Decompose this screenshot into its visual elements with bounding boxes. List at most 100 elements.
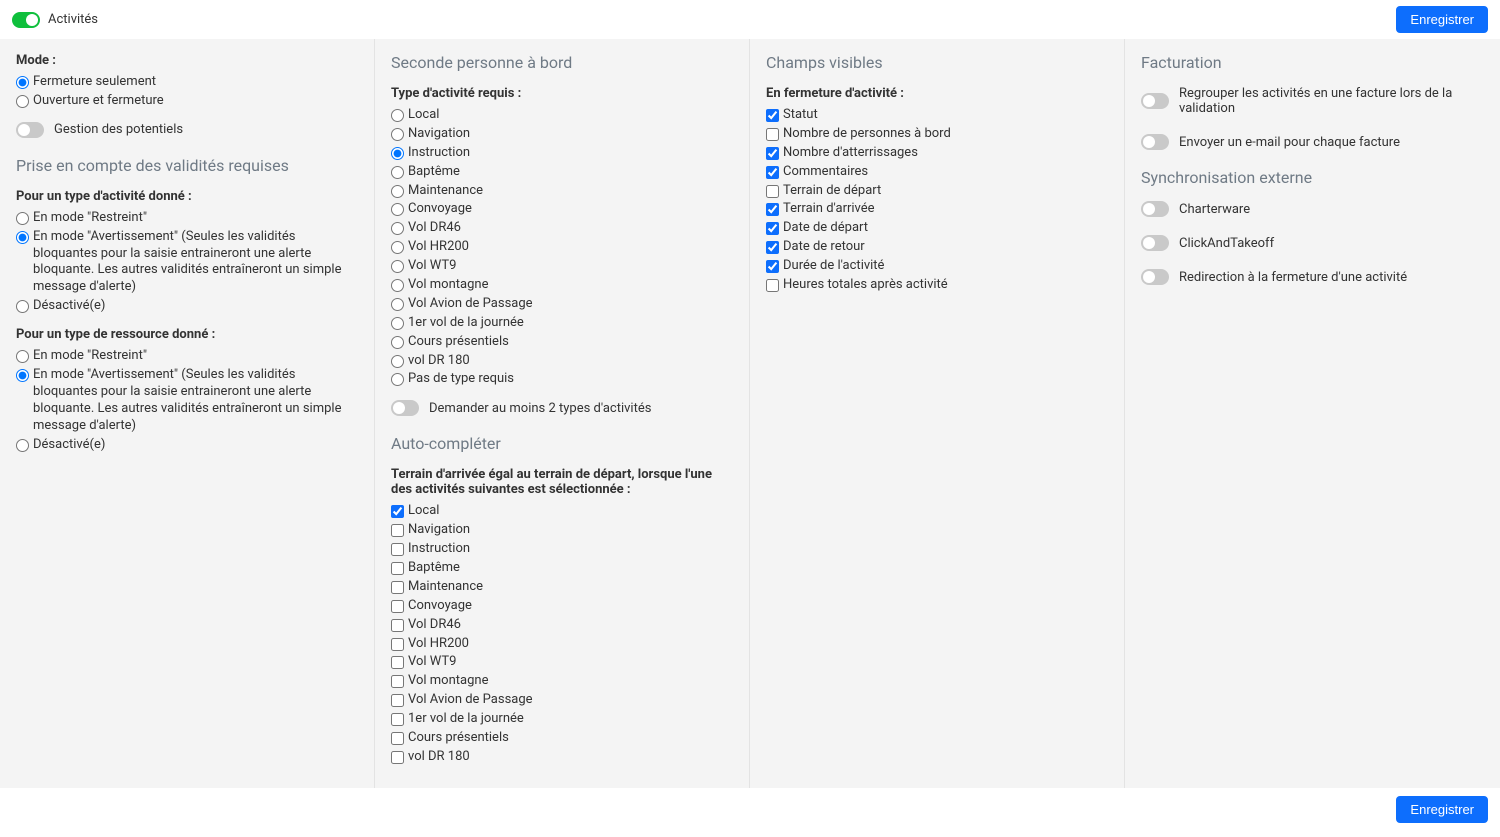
auto-check[interactable] — [391, 732, 404, 745]
top-bar: Activités Enregistrer — [0, 0, 1500, 39]
auto-check[interactable] — [391, 751, 404, 764]
regrouper-label: Regrouper les activités en une facture l… — [1179, 86, 1484, 116]
auto-check[interactable] — [391, 694, 404, 707]
champ-check-label: Nombre d'atterrissages — [783, 145, 918, 162]
auto-check-label: Vol Avion de Passage — [408, 692, 533, 709]
email-toggle[interactable] — [1141, 134, 1169, 150]
save-button-top[interactable]: Enregistrer — [1396, 6, 1488, 33]
type-requis-label: Pas de type requis — [408, 371, 514, 388]
vr-avert-label: En mode "Avertissement" (Seules les vali… — [33, 367, 358, 435]
champ-check[interactable] — [766, 279, 779, 292]
va-restreint-label: En mode "Restreint" — [33, 210, 147, 227]
type-requis-label: Convoyage — [408, 201, 472, 218]
champ-check[interactable] — [766, 128, 779, 141]
type-requis-radio[interactable] — [391, 355, 404, 368]
auto-check[interactable] — [391, 524, 404, 537]
type-requis-label: Navigation — [408, 126, 470, 143]
champ-check[interactable] — [766, 185, 779, 198]
bottom-bar: Enregistrer — [0, 788, 1500, 837]
auto-desc: Terrain d'arrivée égal au terrain de dép… — [391, 467, 733, 497]
auto-check-label: Vol montagne — [408, 673, 488, 690]
champ-check-label: Date de retour — [783, 239, 865, 256]
vr-desactive-radio[interactable] — [16, 439, 29, 452]
auto-check-label: Local — [408, 503, 439, 520]
type-requis-radio[interactable] — [391, 147, 404, 160]
va-desactive-radio[interactable] — [16, 300, 29, 313]
min2-toggle[interactable] — [391, 400, 419, 416]
email-label: Envoyer un e-mail pour chaque facture — [1179, 135, 1400, 150]
type-requis-radio[interactable] — [391, 279, 404, 292]
auto-check[interactable] — [391, 543, 404, 556]
min2-label: Demander au moins 2 types d'activités — [429, 401, 651, 416]
auto-check[interactable] — [391, 619, 404, 632]
champ-check[interactable] — [766, 241, 779, 254]
type-requis-radio[interactable] — [391, 260, 404, 273]
type-requis-radio[interactable] — [391, 317, 404, 330]
vr-avert-radio[interactable] — [16, 369, 29, 382]
champ-check[interactable] — [766, 260, 779, 273]
champ-check[interactable] — [766, 222, 779, 235]
type-requis-radio[interactable] — [391, 203, 404, 216]
type-requis-label: Vol HR200 — [408, 239, 469, 256]
type-requis-radio[interactable] — [391, 109, 404, 122]
col-facturation: Facturation Regrouper les activités en u… — [1125, 39, 1500, 788]
redirection-label: Redirection à la fermeture d'une activit… — [1179, 270, 1407, 285]
save-button-bottom[interactable]: Enregistrer — [1396, 796, 1488, 823]
auto-check[interactable] — [391, 600, 404, 613]
auto-check-label: Maintenance — [408, 579, 483, 596]
auto-check[interactable] — [391, 581, 404, 594]
type-requis-radio[interactable] — [391, 185, 404, 198]
champ-check[interactable] — [766, 166, 779, 179]
champ-check-label: Statut — [783, 107, 818, 124]
vr-restreint-radio[interactable] — [16, 350, 29, 363]
va-avert-radio[interactable] — [16, 231, 29, 244]
champ-check-label: Terrain d'arrivée — [783, 201, 875, 218]
mode-fermeture-radio[interactable] — [16, 76, 29, 89]
charterware-toggle[interactable] — [1141, 201, 1169, 217]
gestion-potentiels-label: Gestion des potentiels — [54, 122, 183, 137]
type-requis-label: Maintenance — [408, 183, 483, 200]
radio-list: LocalNavigationInstructionBaptêmeMainten… — [391, 107, 733, 388]
champ-check-label: Commentaires — [783, 164, 868, 181]
type-requis-radio[interactable] — [391, 166, 404, 179]
facturation-title: Facturation — [1141, 53, 1484, 72]
champ-check[interactable] — [766, 109, 779, 122]
champs-list: StatutNombre de personnes à bordNombre d… — [766, 107, 1108, 294]
clickandtakeoff-toggle[interactable] — [1141, 235, 1169, 251]
va-restreint-radio[interactable] — [16, 212, 29, 225]
va-avert-label: En mode "Avertissement" (Seules les vali… — [33, 229, 358, 297]
mode-label: Mode : — [16, 53, 358, 68]
fermeture-label: En fermeture d'activité : — [766, 86, 1108, 101]
type-requis-label: vol DR 180 — [408, 353, 470, 370]
type-requis-radio[interactable] — [391, 128, 404, 141]
champ-check[interactable] — [766, 147, 779, 160]
champ-check-label: Durée de l'activité — [783, 258, 884, 275]
charterware-label: Charterware — [1179, 202, 1250, 217]
auto-check-label: Vol WT9 — [408, 654, 456, 671]
va-desactive-label: Désactivé(e) — [33, 298, 105, 315]
type-requis-radio[interactable] — [391, 298, 404, 311]
auto-check-label: vol DR 180 — [408, 749, 470, 766]
auto-check[interactable] — [391, 656, 404, 669]
type-requis-radio[interactable] — [391, 336, 404, 349]
type-requis-radio[interactable] — [391, 222, 404, 235]
gestion-potentiels-toggle[interactable] — [16, 122, 44, 138]
col-champs: Champs visibles En fermeture d'activité … — [750, 39, 1125, 788]
type-requis-radio[interactable] — [391, 373, 404, 386]
champ-check[interactable] — [766, 203, 779, 216]
type-requis-radio[interactable] — [391, 241, 404, 254]
activites-toggle[interactable] — [12, 12, 40, 28]
type-requis-label: Type d'activité requis : — [391, 86, 733, 101]
auto-check[interactable] — [391, 505, 404, 518]
auto-check-label: Vol HR200 — [408, 636, 469, 653]
auto-check[interactable] — [391, 562, 404, 575]
auto-check[interactable] — [391, 713, 404, 726]
auto-check[interactable] — [391, 638, 404, 651]
regrouper-toggle[interactable] — [1141, 93, 1169, 109]
redirection-toggle[interactable] — [1141, 269, 1169, 285]
vr-restreint-label: En mode "Restreint" — [33, 348, 147, 365]
auto-check[interactable] — [391, 675, 404, 688]
type-requis-label: Cours présentiels — [408, 334, 509, 351]
mode-ouverture-radio[interactable] — [16, 95, 29, 108]
col-seconde: Seconde personne à bord Type d'activité … — [375, 39, 750, 788]
